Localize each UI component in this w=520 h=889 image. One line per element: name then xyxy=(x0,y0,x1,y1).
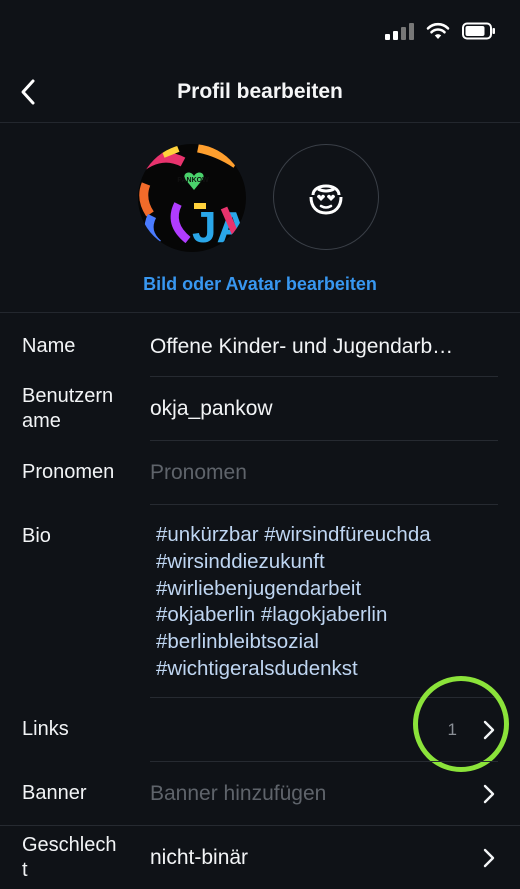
name-field[interactable]: Offene Kinder- und Jugendarb… xyxy=(150,334,500,360)
bio-label: Bio xyxy=(22,525,51,547)
bio-line: #wirsinddiezukunft xyxy=(156,549,325,573)
username-field[interactable]: okja_pankow xyxy=(150,396,500,422)
banner-field[interactable]: Banner hinzufügen xyxy=(150,781,460,807)
bio-line: #wichtigeralsdudenkst xyxy=(156,656,358,680)
links-count: 1 xyxy=(447,720,457,739)
bio-line: #unkürzbar #wirsindfüreuchda xyxy=(156,523,431,546)
username-row[interactable]: Benutzern ame okja_pankow xyxy=(0,376,520,440)
banner-row[interactable]: Banner Banner hinzufügen xyxy=(0,761,520,825)
cellular-signal-icon xyxy=(385,22,414,40)
wifi-icon xyxy=(426,22,450,39)
svg-text:JA: JA xyxy=(192,203,246,252)
chevron-right-icon xyxy=(483,784,495,804)
links-row[interactable]: Links 1 xyxy=(0,697,520,761)
avatar-face-icon xyxy=(309,184,343,215)
profile-picture[interactable]: PANKOW JA xyxy=(138,144,246,252)
status-bar xyxy=(0,0,520,60)
page-title: Profil bearbeiten xyxy=(177,80,343,103)
username-label: Benutzern ame xyxy=(22,385,114,432)
bio-line: #berlinbleibtsozial xyxy=(156,630,319,654)
gender-label: Geschlech t xyxy=(22,834,117,881)
status-icons xyxy=(385,22,496,40)
pronouns-field[interactable]: Pronomen xyxy=(150,460,500,486)
profile-logo-image: PANKOW JA xyxy=(138,144,246,252)
name-row[interactable]: Name Offene Kinder- und Jugendarb… xyxy=(0,330,520,376)
chevron-right-icon xyxy=(483,720,495,740)
navigation-bar: Profil bearbeiten xyxy=(0,60,520,123)
banner-label: Banner xyxy=(22,782,87,804)
bio-field[interactable]: #unkürzbar #wirsindfüreuchda #wirsinddie… xyxy=(156,522,500,683)
chevron-right-icon xyxy=(483,848,495,868)
battery-icon xyxy=(462,22,495,40)
links-label: Links xyxy=(22,718,69,740)
gender-row[interactable]: Geschlech t nicht-binär xyxy=(0,825,520,889)
gender-field[interactable]: nicht-binär xyxy=(150,845,460,871)
name-label: Name xyxy=(22,335,76,357)
bio-line: #okjaberlin #lagokjaberlin xyxy=(156,603,388,627)
edit-picture-link[interactable]: Bild oder Avatar bearbeiten xyxy=(0,274,520,295)
svg-text:PANKOW: PANKOW xyxy=(177,177,209,184)
bio-row[interactable]: Bio #unkürzbar #wirsindfüreuchda #wirsin… xyxy=(0,504,520,697)
pronouns-label: Pronomen xyxy=(22,461,115,483)
avatar-section: PANKOW JA Bild oder Avatar bearbeiten xyxy=(0,122,520,313)
avatar-option[interactable] xyxy=(273,144,379,250)
pronouns-row[interactable]: Pronomen Pronomen xyxy=(0,440,520,504)
bio-line: #wirliebenjugendarbeit xyxy=(156,576,362,600)
